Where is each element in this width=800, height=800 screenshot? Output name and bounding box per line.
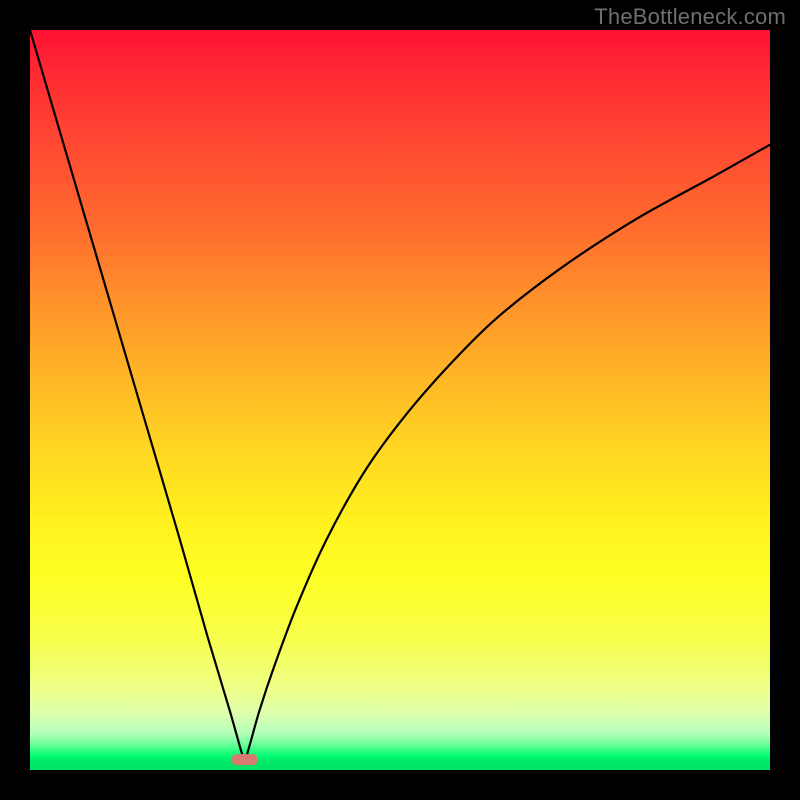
optimal-point-marker bbox=[232, 754, 258, 765]
bottleneck-curve bbox=[30, 30, 770, 760]
watermark-text: TheBottleneck.com bbox=[594, 4, 786, 30]
plot-area bbox=[30, 30, 770, 770]
chart-svg bbox=[30, 30, 770, 770]
chart-frame: TheBottleneck.com bbox=[0, 0, 800, 800]
